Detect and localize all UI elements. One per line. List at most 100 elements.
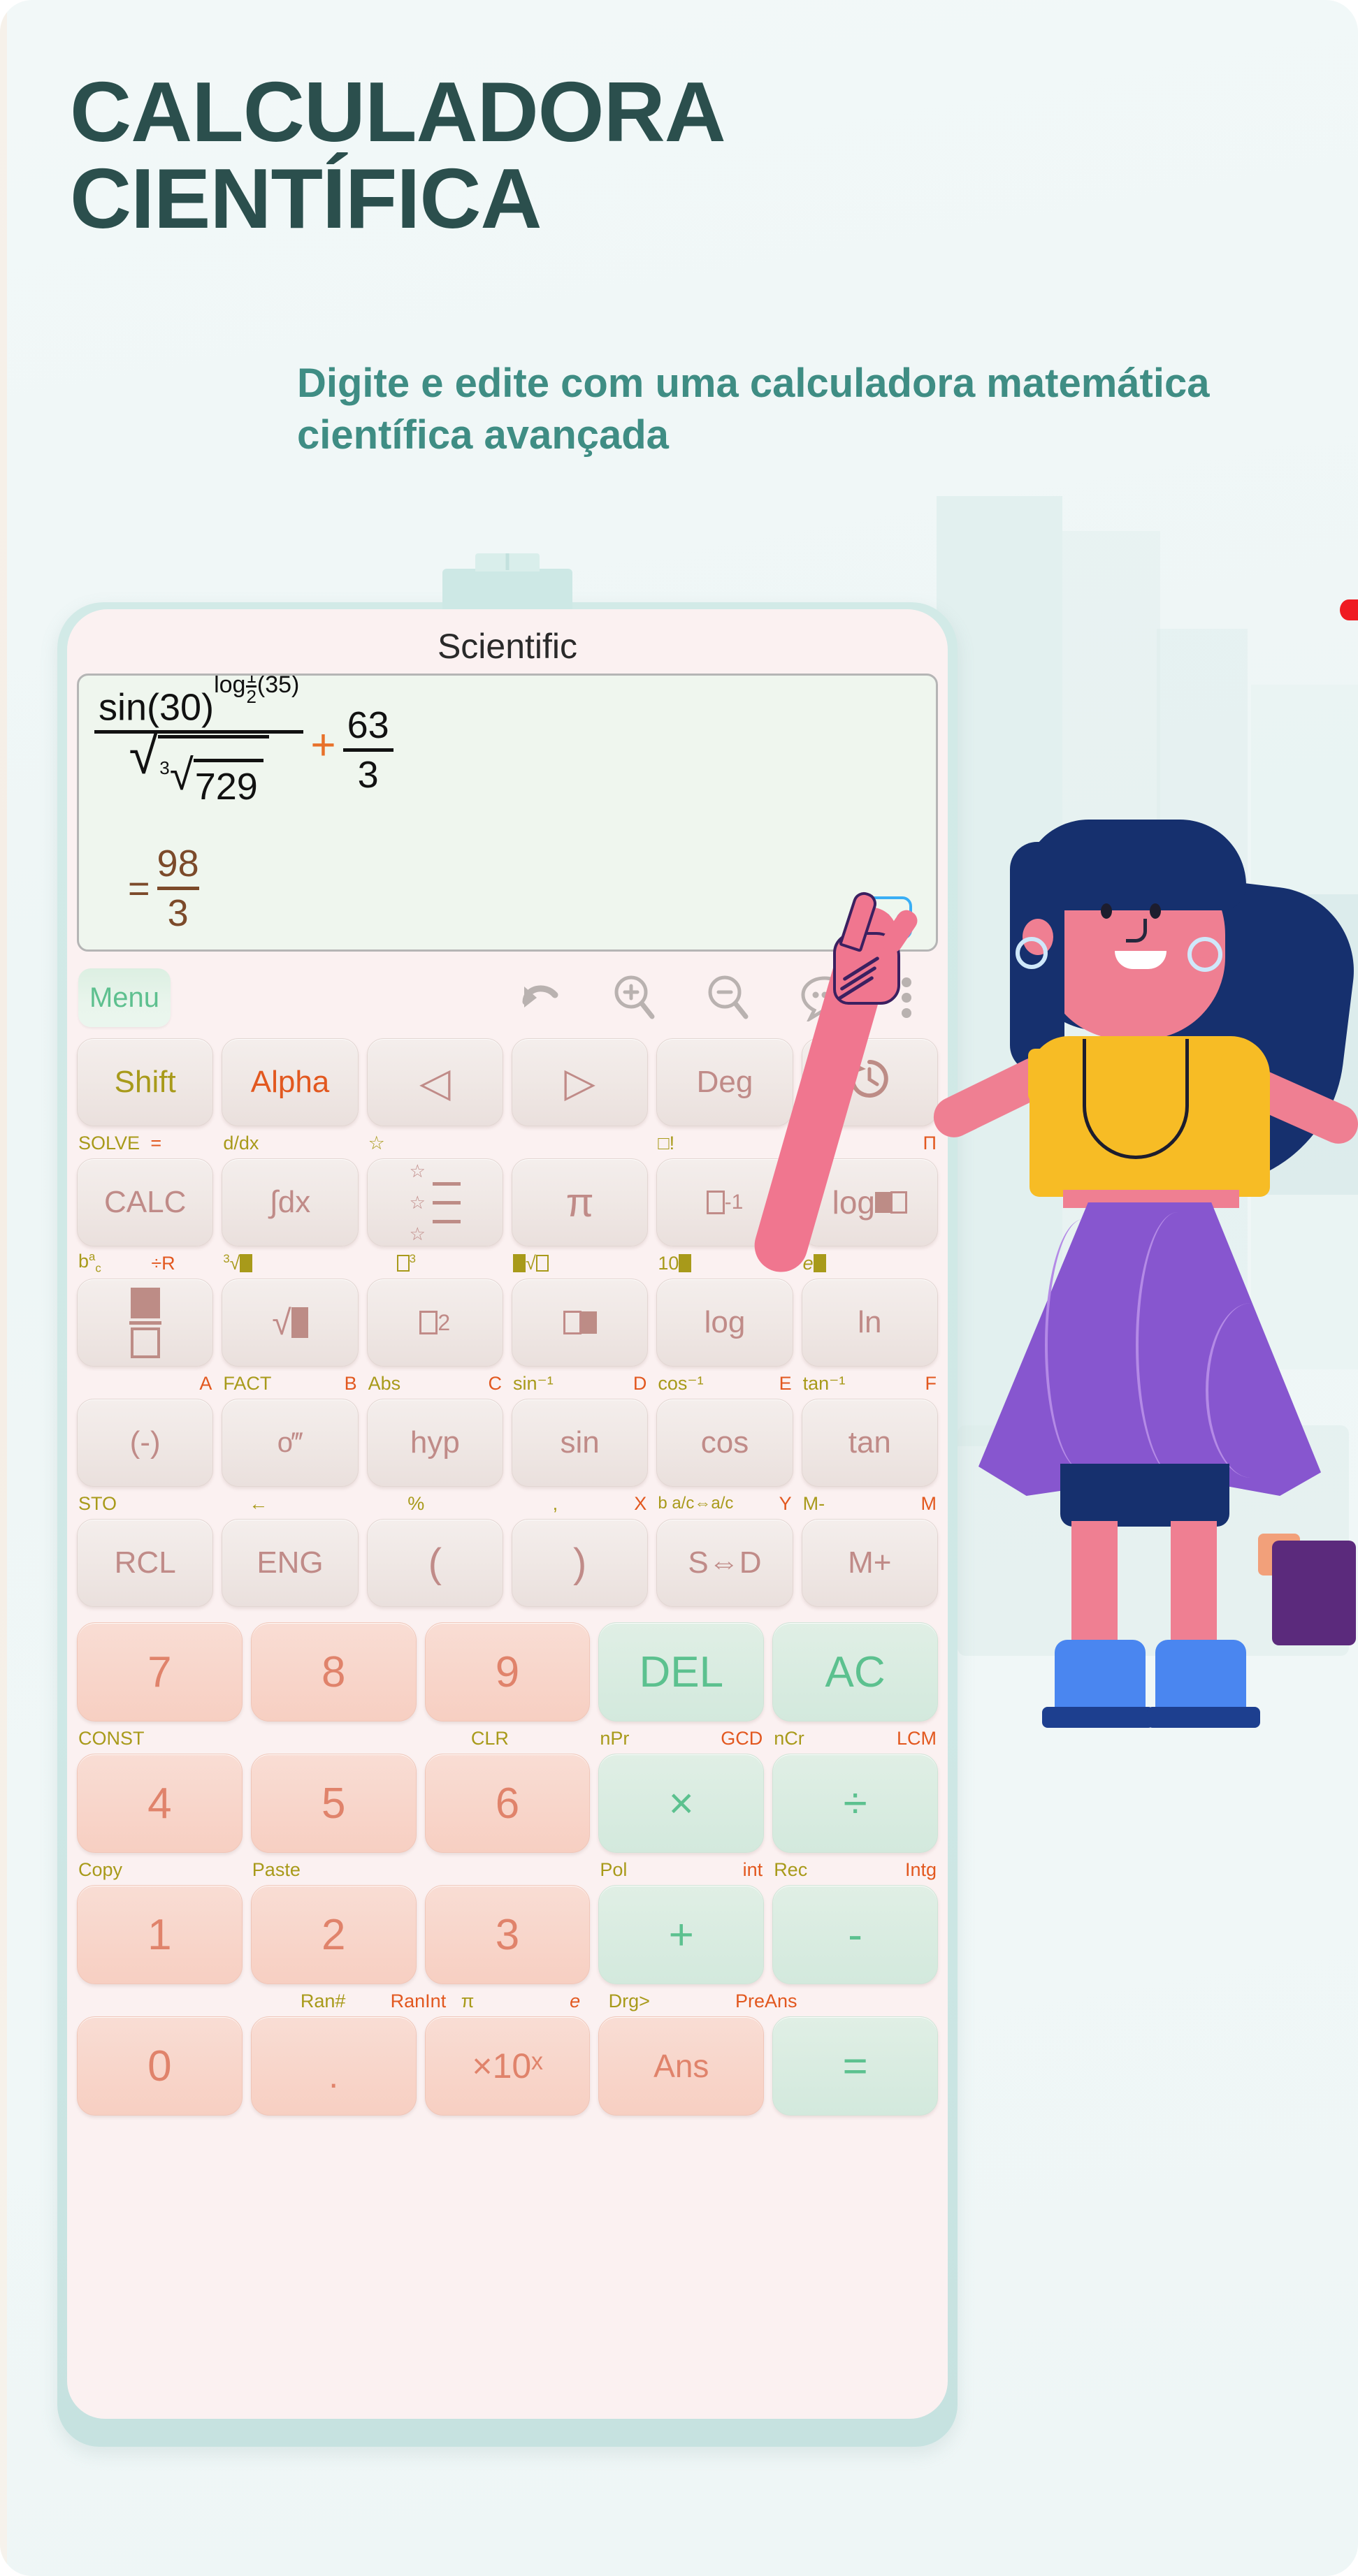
shorts (1060, 1464, 1229, 1527)
key-hyp[interactable]: hyp (366, 1399, 503, 1487)
key-alpha[interactable]: Alpha (222, 1038, 359, 1126)
key-degree-minute-second[interactable]: o‴ (222, 1399, 359, 1487)
leg-right (1171, 1521, 1217, 1658)
sublabel (77, 1988, 243, 2014)
zoom-out-icon[interactable] (706, 975, 749, 1021)
root-index: 3 (159, 757, 170, 779)
inner-cbrt: 3 √ 729 (159, 754, 263, 808)
eye-left (1101, 903, 1112, 919)
key-equals[interactable]: = (772, 2016, 938, 2116)
sublabel: ☆ (368, 1132, 385, 1154)
key-s-to-d[interactable]: S⇔D (656, 1519, 793, 1607)
key-sin[interactable]: sin (511, 1399, 649, 1487)
key-rcl[interactable]: RCL (77, 1519, 214, 1607)
result-fraction: 98 3 (157, 842, 199, 935)
key-plus[interactable]: + (598, 1885, 765, 1984)
fraction-numerator: sin(30)log 1 2 (35) (94, 676, 303, 729)
key-minus[interactable]: - (772, 1885, 938, 1984)
sublabel: sin⁻¹ D (512, 1372, 647, 1394)
key-sublabels: bac ÷R 3√ 3 √ 10 e (77, 1246, 938, 1279)
sublabel: % (407, 1492, 425, 1514)
menu-button[interactable]: Menu (78, 968, 171, 1027)
key-row: 7 8 9 DEL AC (77, 1622, 938, 1722)
key-pi[interactable]: π (511, 1158, 649, 1246)
key-7[interactable]: 7 (77, 1622, 243, 1722)
sublabel: □! (658, 1132, 675, 1154)
phone-mockup: Scientific sin(30)log 1 2 (35) √ 3 √ 729… (57, 569, 958, 2447)
outer-radicand: 3 √ 729 (158, 735, 269, 808)
result-equals: = (128, 867, 150, 910)
key-deg[interactable]: Deg (656, 1038, 793, 1126)
key-3[interactable]: 3 (424, 1885, 591, 1984)
key-cos[interactable]: cos (656, 1399, 793, 1487)
sublabel: A (199, 1372, 212, 1394)
sublabel: b a/c⇔a/c Y (658, 1492, 792, 1514)
bag (1272, 1541, 1356, 1645)
sublabel: Drg> PreAns (608, 1990, 797, 2011)
sublabel: Paste (252, 1858, 301, 1880)
sublabel: d/dx (223, 1132, 259, 1154)
key-del[interactable]: DEL (598, 1622, 765, 1722)
key-exponent-ten[interactable]: ×10ˣ (424, 2016, 591, 2116)
necklace (1083, 1039, 1189, 1159)
promo-page: CALCULADORA CIENTÍFICA Digite e edite co… (0, 0, 1358, 2576)
sublabel: Pol int (600, 1858, 763, 1880)
key-calc[interactable]: CALC (77, 1158, 214, 1246)
key-paren-open[interactable]: ( (366, 1519, 503, 1607)
sublabel: SOLVE = (78, 1132, 162, 1154)
key-sublabels: CONST CLR nPr GCD nCr LCM (77, 1722, 938, 1754)
key-shift[interactable]: Shift (77, 1038, 214, 1126)
key-5[interactable]: 5 (250, 1754, 417, 1853)
key-multiply[interactable]: × (598, 1754, 765, 1853)
key-row: 1 2 3 + - (77, 1885, 938, 1984)
key-4[interactable]: 4 (77, 1754, 243, 1853)
log-base-num: 1 (246, 674, 257, 687)
key-row: √ 2 log ln (77, 1279, 938, 1367)
key-square[interactable]: 2 (366, 1279, 503, 1367)
zoom-in-icon[interactable] (612, 975, 656, 1021)
key-power[interactable] (511, 1279, 649, 1367)
page-subtitle: Digite e edite com uma calculadora matem… (297, 361, 1210, 458)
fraction-bar (94, 730, 304, 734)
sublabel: ,X (552, 1492, 647, 1514)
key-row: 4 5 6 × ÷ (77, 1754, 938, 1853)
result-denominator: 3 (167, 892, 189, 934)
second-fraction-numerator: 63 (347, 704, 389, 746)
second-fraction: 63 3 (342, 704, 393, 796)
calculator-display[interactable]: sin(30)log 1 2 (35) √ 3 √ 729 + 63 3 = 9… (77, 674, 938, 952)
key-6[interactable]: 6 (424, 1754, 591, 1853)
key-9[interactable]: 9 (424, 1622, 591, 1722)
key-0[interactable]: 0 (77, 2016, 243, 2116)
sublabel: Abs C (368, 1372, 502, 1394)
hand-knuckles (836, 956, 896, 1002)
key-paren-close[interactable]: ) (511, 1519, 649, 1607)
accent-dot (1340, 599, 1358, 620)
key-cursor-right[interactable]: ▷ (511, 1038, 649, 1126)
key-1[interactable]: 1 (77, 1885, 243, 1984)
result-numerator: 98 (157, 843, 199, 885)
sin-term: sin(30) (99, 686, 215, 729)
skirt-fold (1206, 1303, 1296, 1478)
boot-sole-right (1147, 1707, 1260, 1728)
key-cursor-left[interactable]: ◁ (366, 1038, 503, 1126)
page-title-line1: CALCULADORA (70, 64, 726, 159)
main-fraction: sin(30)log 1 2 (35) √ 3 √ 729 (94, 676, 304, 808)
page-title-line2: CIENTÍFICA (70, 151, 542, 247)
key-8[interactable]: 8 (250, 1622, 417, 1722)
key-favorites[interactable]: ☆ ☆ ☆ (366, 1158, 503, 1246)
key-decimal[interactable]: . (250, 2016, 417, 2116)
key-2[interactable]: 2 (250, 1885, 417, 1984)
sublabel: √ (512, 1251, 648, 1276)
skirt-fold (1136, 1212, 1220, 1478)
key-integral[interactable]: ∫dx (222, 1158, 359, 1246)
key-sqrt[interactable]: √ (222, 1279, 359, 1367)
key-ans[interactable]: Ans (598, 2016, 765, 2116)
key-row: 0 . ×10ˣ Ans = (77, 2016, 938, 2116)
phone-screen: Scientific sin(30)log 1 2 (35) √ 3 √ 729… (67, 609, 948, 2419)
key-fraction[interactable] (77, 1279, 214, 1367)
key-row: RCL ENG ( ) S⇔D M+ (77, 1519, 938, 1607)
key-eng[interactable]: ENG (222, 1519, 359, 1607)
key-negative[interactable]: (-) (77, 1399, 214, 1487)
key-log[interactable]: log (656, 1279, 793, 1367)
undo-icon[interactable] (516, 977, 562, 1019)
